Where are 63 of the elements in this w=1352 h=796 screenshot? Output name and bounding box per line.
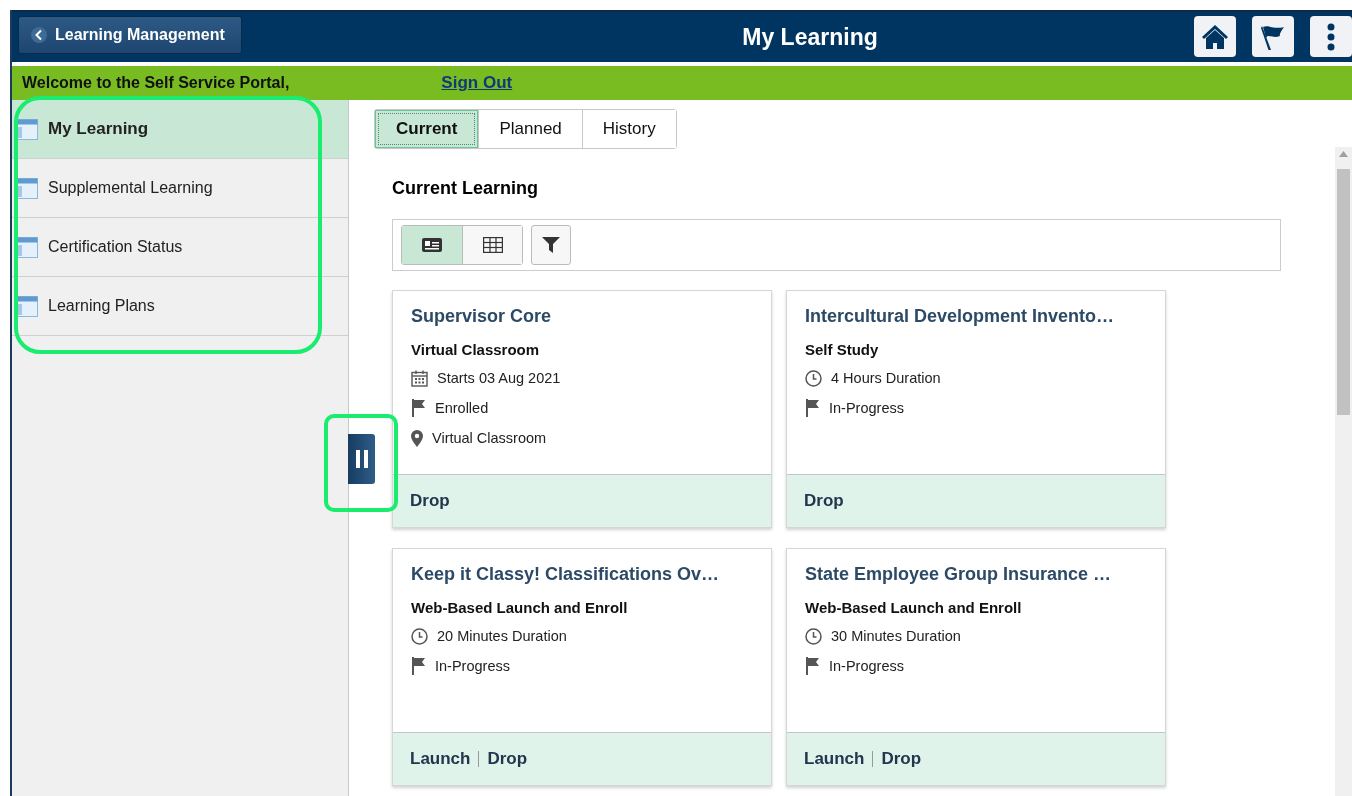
card-view-button[interactable] bbox=[402, 226, 462, 264]
card-title[interactable]: Intercultural Development Invento… bbox=[805, 306, 1115, 327]
page-icon bbox=[16, 295, 38, 317]
action-link[interactable]: Drop bbox=[487, 749, 528, 769]
detail-text: Starts 03 Aug 2021 bbox=[437, 370, 561, 386]
action-link[interactable]: Drop bbox=[881, 749, 922, 769]
flag-icon bbox=[411, 657, 426, 675]
view-toggle-group[interactable] bbox=[401, 225, 523, 265]
filter-button[interactable] bbox=[531, 225, 571, 265]
detail-text: 4 Hours Duration bbox=[831, 370, 941, 386]
card-title[interactable]: State Employee Group Insurance … bbox=[805, 564, 1112, 585]
tab[interactable]: History bbox=[581, 110, 676, 148]
more-vertical-icon bbox=[1327, 21, 1335, 52]
detail-text: Virtual Classroom bbox=[432, 430, 547, 446]
flag-icon bbox=[411, 399, 426, 417]
course-type: Virtual Classroom bbox=[411, 341, 540, 358]
location-pin-icon bbox=[411, 429, 423, 447]
page-title: My Learning bbox=[742, 24, 878, 50]
page-icon bbox=[16, 177, 38, 199]
flag-button[interactable] bbox=[1252, 16, 1294, 57]
page-icon bbox=[16, 118, 38, 140]
detail-text: In-Progress bbox=[829, 658, 904, 674]
back-button[interactable]: Learning Management bbox=[18, 16, 242, 54]
sidebar-item[interactable]: Learning Plans bbox=[12, 277, 348, 336]
card-title[interactable]: Supervisor Core bbox=[411, 306, 552, 327]
detail-text: Enrolled bbox=[435, 400, 489, 416]
action-link[interactable]: Launch bbox=[410, 749, 471, 769]
detail-text: In-Progress bbox=[829, 400, 904, 416]
sidebar-item[interactable]: My Learning bbox=[12, 100, 348, 159]
card-title[interactable]: Keep it Classy! Classifications Ov… bbox=[411, 564, 720, 585]
detail-text: 30 Minutes Duration bbox=[831, 628, 961, 644]
clock-icon bbox=[411, 627, 428, 645]
scrollbar-thumb[interactable] bbox=[1337, 169, 1350, 415]
sign-out-link[interactable]: Sign Out bbox=[441, 73, 513, 93]
scrollbar[interactable] bbox=[1335, 147, 1352, 796]
action-link[interactable]: Launch bbox=[804, 749, 865, 769]
clock-icon bbox=[805, 369, 822, 387]
detail-text: 20 Minutes Duration bbox=[437, 628, 567, 644]
course-type: Self Study bbox=[805, 341, 879, 358]
grid-view-button[interactable] bbox=[462, 226, 522, 264]
detail-text: In-Progress bbox=[435, 658, 510, 674]
flag-icon bbox=[805, 399, 820, 417]
card-view-icon bbox=[422, 238, 442, 252]
calendar-icon bbox=[411, 369, 428, 387]
pause-bars-icon bbox=[355, 450, 368, 468]
action-link[interactable]: Drop bbox=[804, 491, 844, 511]
course-type: Web-Based Launch and Enroll bbox=[805, 599, 1022, 616]
sidebar-item[interactable]: Supplemental Learning bbox=[12, 159, 348, 218]
action-link[interactable]: Drop bbox=[410, 491, 450, 511]
grid-view-icon bbox=[482, 237, 503, 253]
sidebar-item[interactable]: Certification Status bbox=[12, 218, 348, 277]
filter-icon bbox=[542, 236, 560, 254]
flag-icon bbox=[805, 657, 820, 675]
tab[interactable]: Current bbox=[375, 110, 479, 148]
collapse-handle[interactable] bbox=[348, 434, 375, 484]
course-type: Web-Based Launch and Enroll bbox=[411, 599, 628, 616]
page-icon bbox=[16, 236, 38, 258]
more-options-button[interactable] bbox=[1310, 16, 1352, 57]
chevron-left-icon bbox=[31, 27, 47, 43]
clock-icon bbox=[805, 627, 822, 645]
section-title: Current Learning bbox=[392, 178, 538, 199]
home-button[interactable] bbox=[1194, 16, 1236, 57]
welcome-message: Welcome to the Self Service Portal, bbox=[22, 74, 290, 92]
